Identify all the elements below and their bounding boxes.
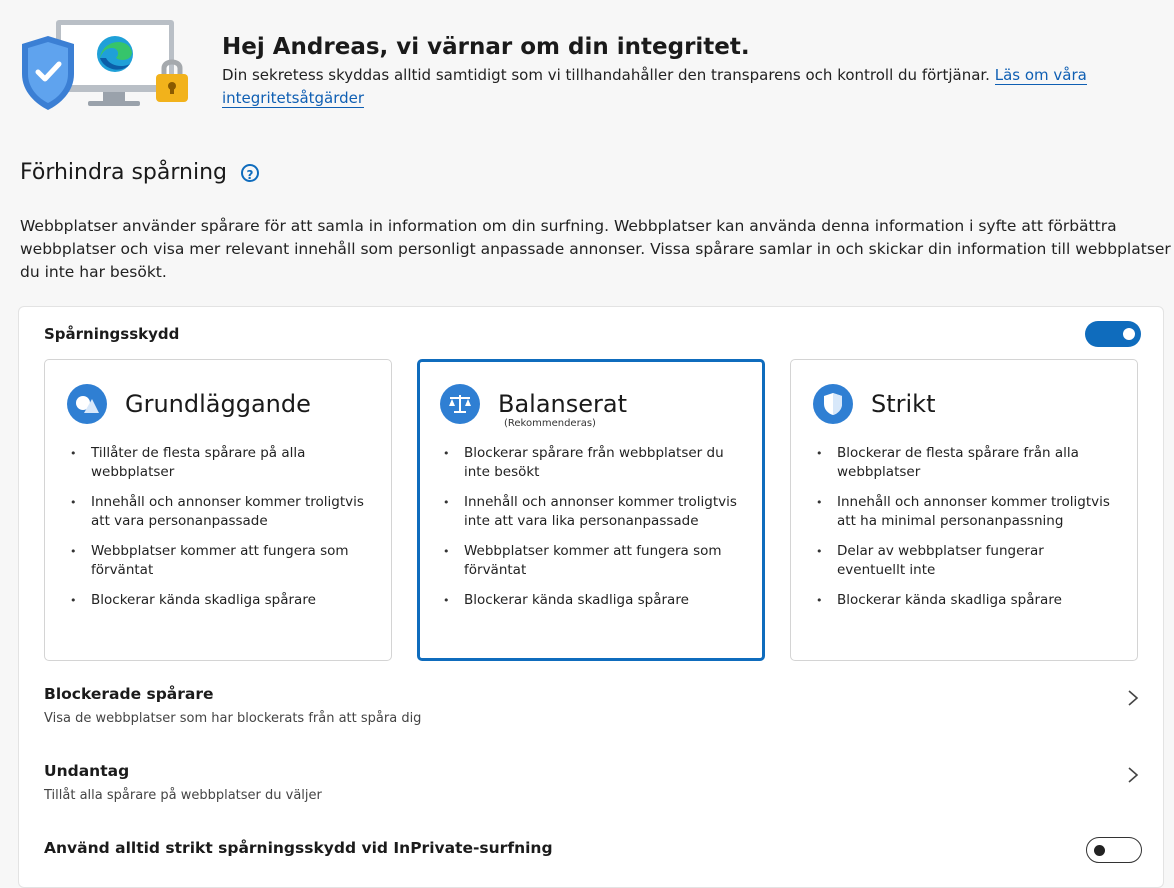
option-strict[interactable]: Strikt Blockerar de flesta spårare från … <box>790 359 1138 661</box>
option-basic[interactable]: Grundläggande Tillåter de flesta spårare… <box>44 359 392 661</box>
option-strict-bullets: Blockerar de flesta spårare från alla we… <box>813 444 1113 621</box>
option-strict-header: Strikt <box>813 384 936 424</box>
option-balanced-bullets: Blockerar spårare från webbplatser du in… <box>440 444 740 621</box>
shield-icon <box>813 384 853 424</box>
list-item: Webbplatser kommer att fungera som förvä… <box>67 542 367 580</box>
option-balanced-subtitle: (Rekommenderas) <box>504 418 596 429</box>
tracking-prevention-toggle[interactable] <box>1085 321 1141 347</box>
list-item: Innehåll och annonser kommer troligtvis … <box>67 493 367 531</box>
option-basic-bullets: Tillåter de flesta spårare på alla webbp… <box>67 444 367 621</box>
blocked-trackers-title: Blockerade spårare <box>44 685 214 703</box>
toggle-knob <box>1094 845 1105 856</box>
hero-illustration <box>18 14 198 114</box>
privacy-hero: Hej Andreas, vi värnar om din integritet… <box>18 14 1158 124</box>
tracking-prevention-label: Spårningsskydd <box>44 325 180 343</box>
blocked-trackers-row[interactable]: Blockerade spårare Visa de webbplatser s… <box>44 685 1139 726</box>
inprivate-strict-toggle[interactable] <box>1086 837 1142 863</box>
list-item: Blockerar kända skadliga spårare <box>67 591 367 610</box>
list-item: Blockerar kända skadliga spårare <box>813 591 1113 610</box>
hero-description: Din sekretess skyddas alltid samtidigt s… <box>222 64 1122 110</box>
hero-description-text: Din sekretess skyddas alltid samtidigt s… <box>222 66 990 84</box>
option-strict-title: Strikt <box>871 390 936 418</box>
exceptions-subtitle: Tillåt alla spårare på webbplatser du vä… <box>44 788 322 803</box>
basic-shapes-icon <box>67 384 107 424</box>
list-item: Innehåll och annonser kommer troligtvis … <box>440 493 740 531</box>
list-item: Tillåter de flesta spårare på alla webbp… <box>67 444 367 482</box>
inprivate-strict-title: Använd alltid strikt spårningsskydd vid … <box>44 839 553 857</box>
option-balanced[interactable]: Balanserat (Rekommenderas) Blockerar spå… <box>417 359 765 661</box>
list-item: Webbplatser kommer att fungera som förvä… <box>440 542 740 580</box>
scales-icon <box>440 384 480 424</box>
blocked-trackers-subtitle: Visa de webbplatser som har blockerats f… <box>44 711 422 726</box>
toggle-knob <box>1123 328 1135 340</box>
chevron-right-icon[interactable] <box>1127 689 1139 707</box>
exceptions-row[interactable]: Undantag Tillåt alla spårare på webbplat… <box>44 762 1139 803</box>
tracking-prevention-card: Spårningsskydd Grundläggande Tillåter de… <box>18 306 1164 888</box>
list-item: Innehåll och annonser kommer troligtvis … <box>813 493 1113 531</box>
edge-logo <box>97 36 133 72</box>
list-item: Blockerar de flesta spårare från alla we… <box>813 444 1113 482</box>
list-item: Delar av webbplatser fungerar eventuellt… <box>813 542 1113 580</box>
section-title: Förhindra spårning ? <box>20 160 260 185</box>
hero-text: Hej Andreas, vi värnar om din integritet… <box>222 32 1122 110</box>
exceptions-title: Undantag <box>44 762 130 780</box>
section-title-text: Förhindra spårning <box>20 160 228 185</box>
shield-icon <box>22 36 74 110</box>
inprivate-strict-row: Använd alltid strikt spårningsskydd vid … <box>44 837 1142 863</box>
chevron-right-icon[interactable] <box>1127 766 1139 784</box>
section-intro: Webbplatser använder spårare för att sam… <box>20 217 1171 281</box>
option-basic-header: Grundläggande <box>67 384 311 424</box>
option-basic-title: Grundläggande <box>125 390 311 418</box>
option-balanced-title: Balanserat <box>498 390 628 418</box>
hero-title: Hej Andreas, vi värnar om din integritet… <box>222 34 750 60</box>
list-item: Blockerar kända skadliga spårare <box>440 591 740 610</box>
question-icon[interactable]: ? <box>241 163 260 182</box>
list-item: Blockerar spårare från webbplatser du in… <box>440 444 740 482</box>
